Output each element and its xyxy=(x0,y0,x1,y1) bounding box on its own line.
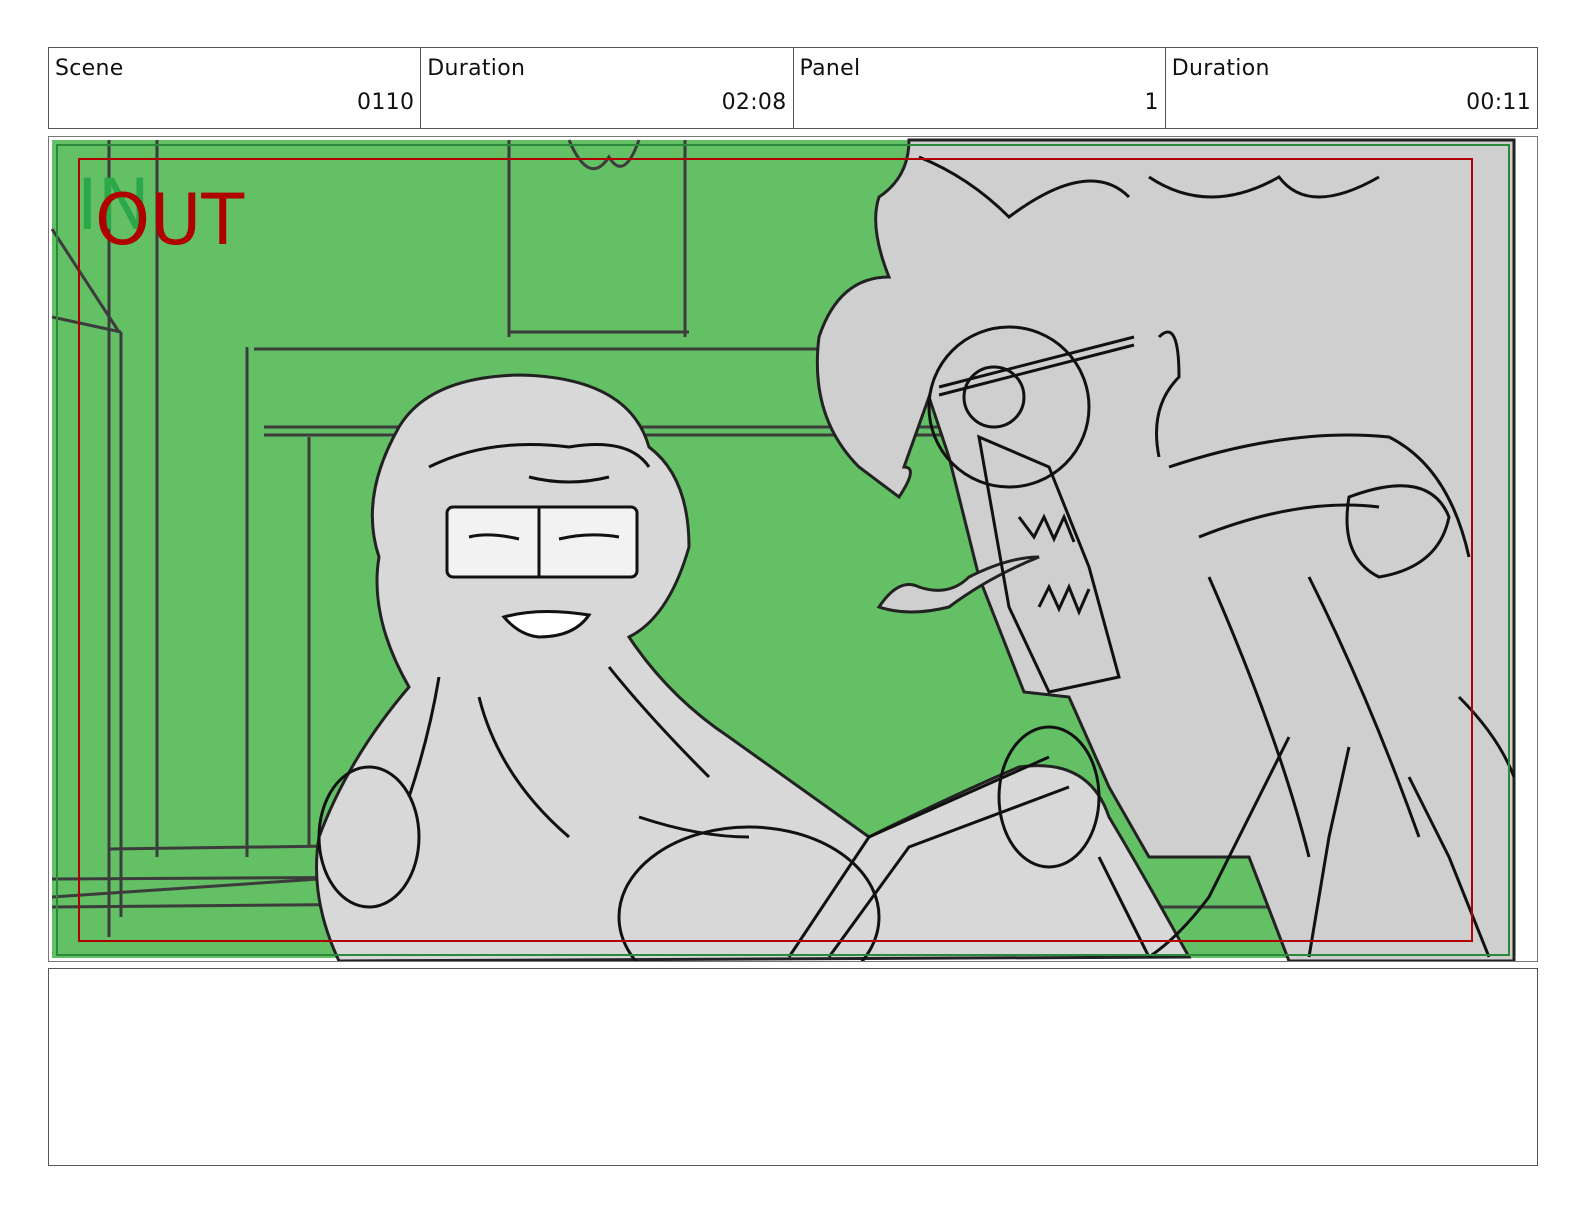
panel-duration-value: 00:11 xyxy=(1466,90,1531,115)
panel-label: Panel xyxy=(799,56,861,81)
panel-sketch xyxy=(50,138,1516,961)
scene-label: Scene xyxy=(55,56,124,81)
out-marker: OUT xyxy=(95,179,245,261)
panel-duration-label: Duration xyxy=(1171,56,1270,81)
scene-duration-value: 02:08 xyxy=(721,90,787,115)
panel-cell: Panel 1 xyxy=(794,48,1166,128)
scene-value: 0110 xyxy=(357,90,415,115)
scene-cell: Scene 0110 xyxy=(49,48,422,128)
storyboard-header: Scene 0110 Duration 02:08 Panel 1 Durati… xyxy=(48,47,1538,129)
storyboard-panel-frame: IN OUT xyxy=(48,136,1538,962)
panel-value: 1 xyxy=(1144,90,1159,115)
panel-notes-box[interactable] xyxy=(48,968,1538,1166)
panel-duration-cell: Duration 00:11 xyxy=(1166,48,1537,128)
scene-duration-cell: Duration 02:08 xyxy=(421,48,794,128)
scene-duration-label: Duration xyxy=(427,56,526,81)
